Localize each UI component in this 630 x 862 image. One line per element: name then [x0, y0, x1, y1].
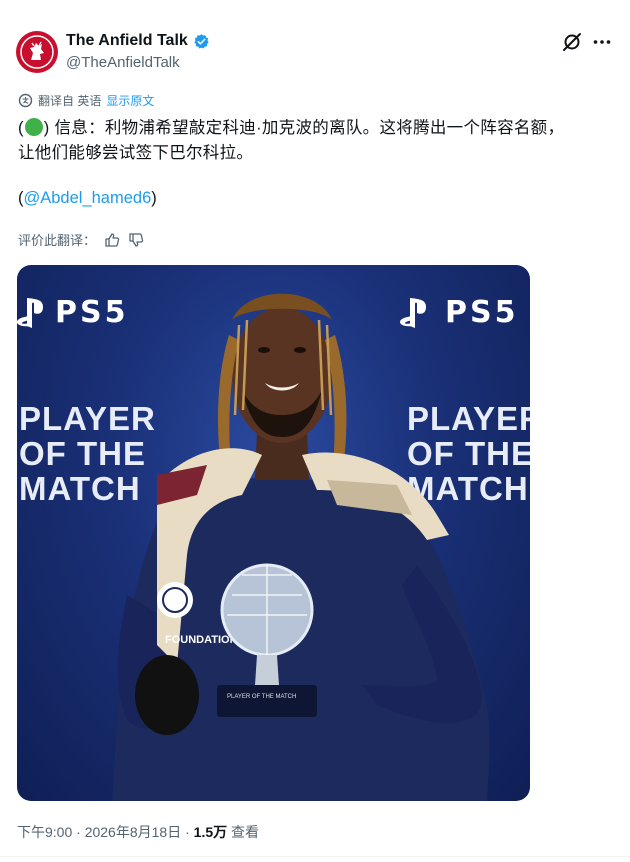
mention-link[interactable]: @Abdel_hamed6 [24, 189, 152, 207]
meta-separator: · [181, 824, 194, 840]
meta-separator: · [72, 824, 85, 840]
grok-icon [563, 33, 581, 51]
player-figure: FOUNDATION PLAYER OF THE MATCH [112, 293, 490, 801]
open-paren: ( [18, 119, 24, 137]
trophy-caption: PLAYER OF THE MATCH [227, 694, 296, 700]
tweet-body-line-1: 信息：利物浦希望敲定科迪·加克波的离队。这将腾出一个阵容名额， [49, 119, 565, 137]
tweet-meta: 下午9:00 · 2026年8月18日 · 1.5万 查看 [17, 822, 259, 842]
thumbs-up-icon[interactable] [104, 232, 120, 248]
more-icon [593, 40, 611, 44]
tweet-line-1: () 信息：利物浦希望敲定科迪·加克波的离队。这将腾出一个阵容名额， [18, 116, 616, 141]
show-original-link[interactable]: 显示原文 [106, 92, 154, 109]
tweet-body-line-2: 让他们能够尝试签下巴尔科拉。 [18, 144, 254, 162]
green-circle-emoji [24, 118, 43, 136]
tweet-time[interactable]: 下午9:00 [17, 824, 72, 840]
more-button[interactable] [591, 31, 613, 53]
views-count: 1.5万 [193, 824, 228, 840]
tweet-photo[interactable]: PS5 PS5 PLAYER OF THE MATCH PLAYER OF TH… [17, 265, 530, 801]
tweet-text: () 信息：利物浦希望敲定科迪·加克波的离队。这将腾出一个阵容名额， 让他们能够… [18, 116, 616, 166]
author-name-row[interactable]: The Anfield Talk [66, 32, 210, 50]
translation-info: 翻译自 英语 显示原文 [18, 92, 154, 109]
liverbird-icon [20, 35, 54, 69]
rate-translation-row: 评价此翻译： [18, 230, 144, 249]
divider [0, 856, 630, 857]
towel-foundation-text: FOUNDATION [165, 634, 238, 646]
grok-button[interactable] [561, 31, 583, 53]
avatar[interactable] [16, 31, 58, 73]
display-name[interactable]: The Anfield Talk [66, 32, 188, 50]
account-handle[interactable]: @TheAnfieldTalk [66, 54, 180, 71]
views-label: 查看 [231, 824, 260, 840]
verified-icon [194, 33, 209, 48]
mention-line: (@Abdel_hamed6) [18, 189, 157, 208]
tweet-date[interactable]: 2026年8月18日 [85, 824, 182, 840]
thumbs-down-icon[interactable] [128, 232, 144, 248]
mention-close-paren: ) [151, 189, 157, 207]
rate-translation-label: 评价此翻译： [18, 233, 97, 248]
translate-icon [18, 93, 33, 108]
translated-from-label: 翻译自 英语 [38, 94, 102, 108]
